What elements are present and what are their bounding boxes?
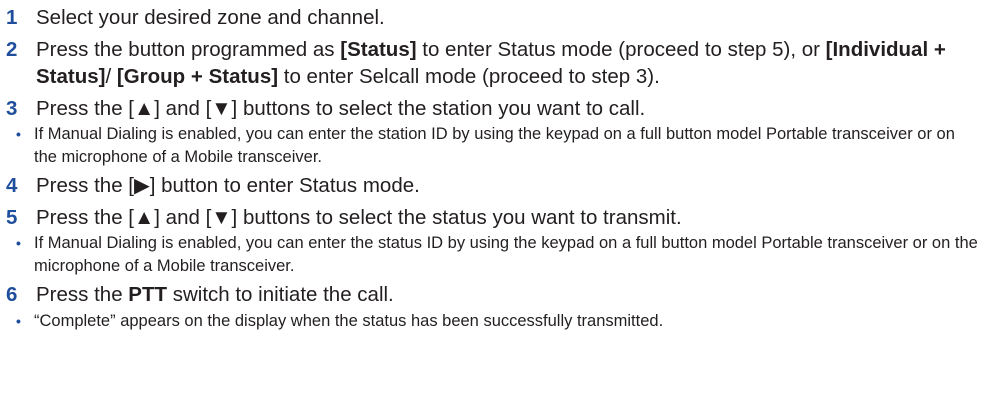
step-number: 2: [6, 37, 18, 61]
step-3-note: • If Manual Dialing is enabled, you can …: [16, 125, 955, 166]
step-4: 4 Press the [▶] button to enter Status m…: [6, 172, 982, 200]
step-text: Select your desired zone and channel.: [36, 6, 385, 29]
step-number: 5: [6, 205, 18, 229]
step-number: 3: [6, 96, 18, 120]
step-text: Press the [▲] and [▼] buttons to select …: [36, 96, 646, 120]
instruction-steps: 1 Select your desired zone and channel. …: [6, 4, 982, 336]
step-5: 5 Press the [▲] and [▼] buttons to selec…: [6, 204, 982, 232]
step-5-note: • If Manual Dialing is enabled, you can …: [16, 234, 978, 275]
bullet-icon: •: [16, 235, 21, 251]
step-text: Press the [▶] button to enter Status mod…: [36, 174, 420, 197]
group-status-button-label: [Group + Status]: [116, 65, 279, 88]
step-1: 1 Select your desired zone and channel.: [6, 4, 982, 32]
step-text: Press the button programmed as [Status] …: [36, 37, 946, 89]
bullet-icon: •: [16, 126, 21, 142]
step-number: 6: [6, 283, 18, 306]
step-text: Press the PTT switch to initiate the cal…: [36, 283, 394, 306]
ptt-switch-label: PTT: [128, 283, 168, 306]
step-number: 4: [6, 174, 18, 197]
status-button-label: [Status]: [340, 37, 417, 61]
step-3: 3 Press the [▲] and [▼] buttons to selec…: [6, 95, 982, 123]
step-6: 6 Press the PTT switch to initiate the c…: [6, 281, 982, 309]
step-6-note: • “Complete” appears on the display when…: [6, 310, 982, 333]
bullet-icon: •: [16, 312, 21, 329]
step-text: Press the [▲] and [▼] buttons to select …: [36, 205, 682, 229]
step-2: 2 Press the button programmed as [Status…: [6, 36, 982, 91]
step-number: 1: [6, 6, 18, 29]
